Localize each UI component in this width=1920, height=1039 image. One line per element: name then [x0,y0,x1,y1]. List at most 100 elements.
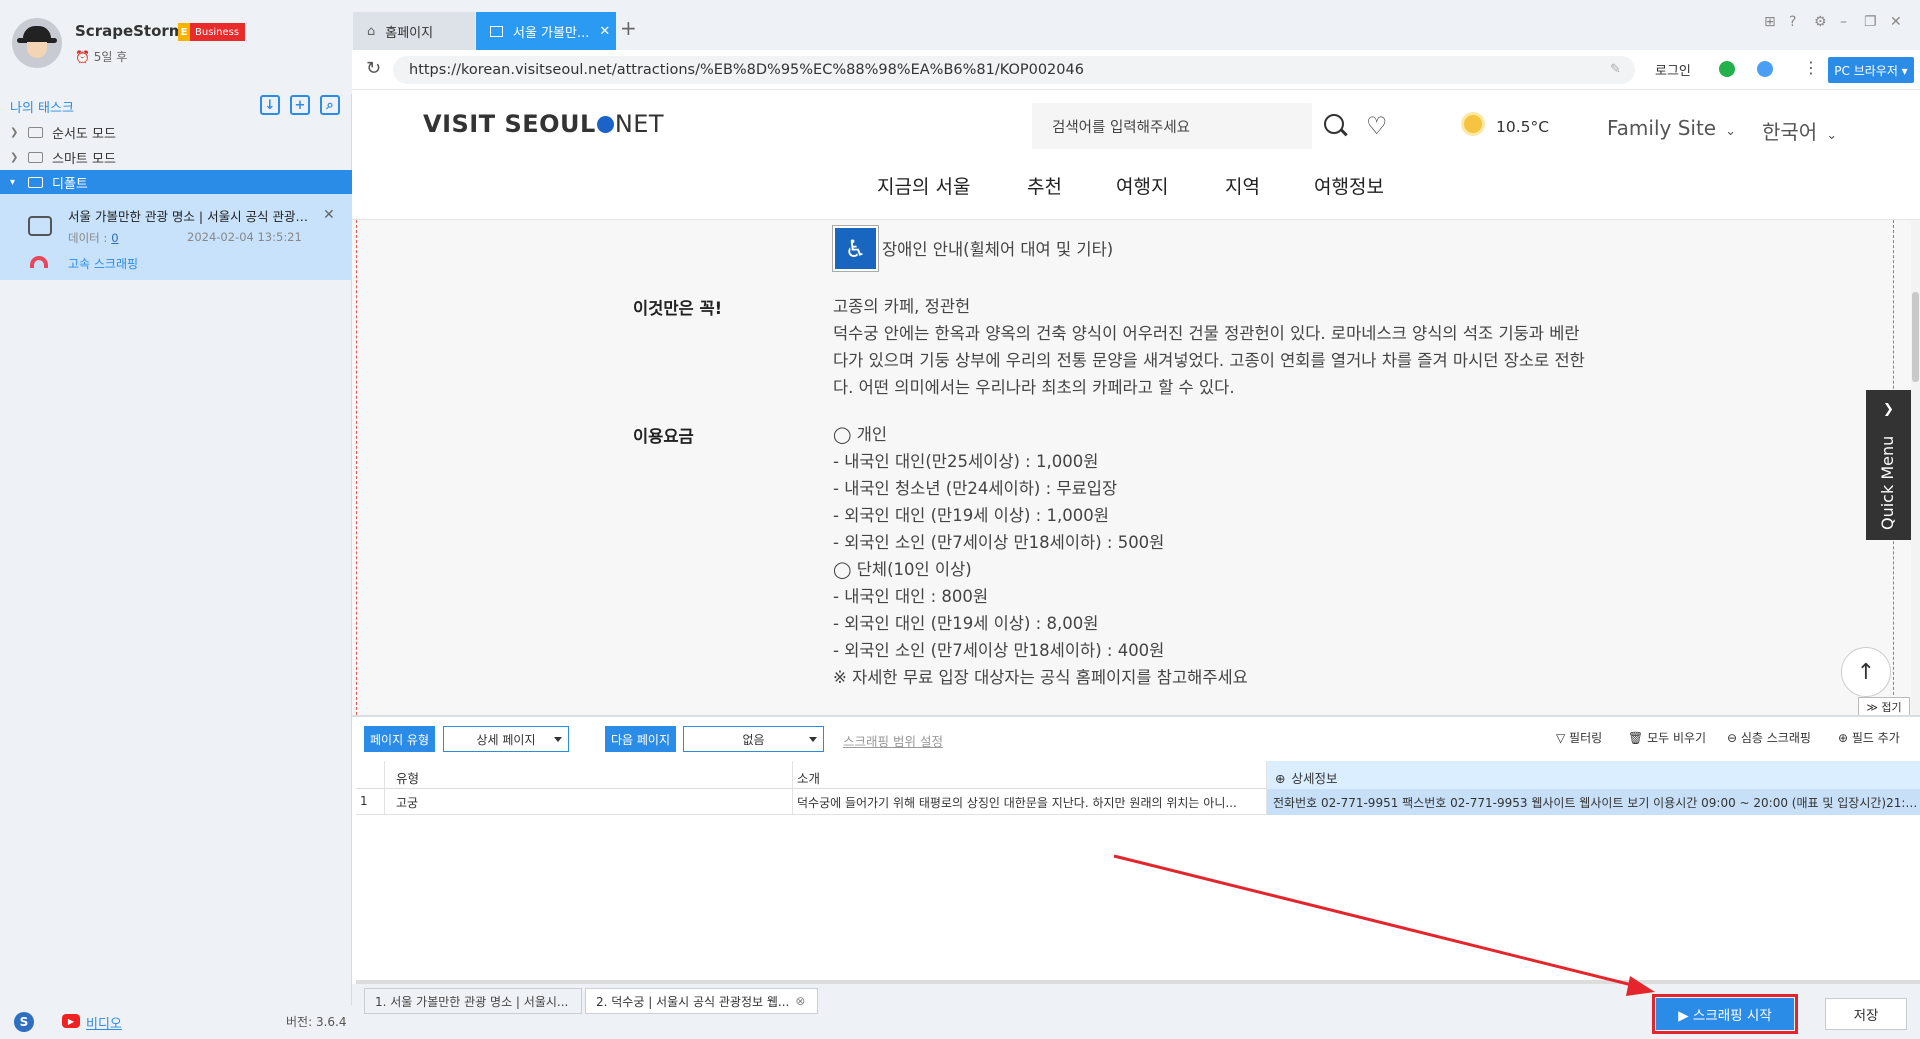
task-data-count[interactable]: 0 [111,231,118,245]
caret-down-icon [809,737,817,746]
page-tab-list[interactable]: 1. 서울 가볼만한 관광 명소 | 서울시... [364,988,582,1014]
page-type-label: 페이지 유형 [364,726,436,752]
must-see-line: 다가 있으며 기둥 상부에 우리의 전통 문양을 새겨넣었다. 고종이 연회를 … [833,351,1585,370]
search-icon[interactable] [1324,114,1344,134]
family-site-dropdown[interactable]: Family Site ⌄ [1607,116,1736,140]
scroll-top-button[interactable]: ↑ [1841,647,1891,697]
deep-scrape-button[interactable]: ⊖ 심층 스크래핑 [1727,729,1811,746]
nav-recommend[interactable]: 추천 [1027,172,1062,199]
header-intro[interactable]: 소개 [797,768,820,787]
more-icon[interactable]: ⋮ [1803,58,1819,77]
next-page-value: 없음 [742,732,765,747]
logo-dot-icon [596,116,614,133]
fee-line: - 내국인 청소년 (만24세이하) : 무료입장 [833,479,1118,498]
alarm-icon: ⏰ [75,50,94,64]
help-icon[interactable]: ? [1789,14,1796,30]
clear-all-label: 모두 비우기 [1647,731,1707,745]
close-tab-icon[interactable]: ✕ [599,24,610,39]
settings-icon[interactable]: ⚙ [1814,14,1827,30]
wheelchair-icon: ♿ [832,225,879,272]
tab-current-page[interactable]: 서울 가볼만... ✕ [476,12,616,50]
close-circle-icon[interactable]: ⊗ [795,994,805,1008]
close-window-icon[interactable]: ✕ [1890,14,1902,30]
next-page-select[interactable]: 없음 [683,726,824,752]
page-type-select[interactable]: 상세 페이지 [443,726,569,752]
language-label: 한국어 [1762,120,1818,144]
add-field-label: 필드 추가 [1851,731,1900,745]
robot-icon [28,216,52,236]
tree-item-flowchart[interactable]: ❯ 순서도 모드 [0,120,352,144]
nav-travel-info[interactable]: 여행정보 [1314,172,1384,199]
video-link[interactable]: 비디오 [86,1013,122,1032]
weather-icon [1461,112,1485,136]
close-icon[interactable]: ✕ [323,207,335,223]
task-data: 데이터 :0 [68,230,119,246]
login-link[interactable]: 로그인 [1655,60,1691,79]
link-icon: ⊖ [1727,731,1741,745]
new-task-icon[interactable]: + [290,95,310,115]
quick-menu[interactable]: ❯ Quick Menu [1866,390,1912,540]
new-tab-icon[interactable]: + [620,16,637,40]
page-tab-detail[interactable]: 2. 덕수궁 | 서울시 공식 관광정보 웹... ⊗ [585,988,818,1014]
expire-info: ⏰ 5일 후 [75,48,127,65]
version-label: 버전: 3.6.4 [286,1015,347,1029]
edit-icon[interactable]: ✎ [1610,62,1621,77]
language-dropdown[interactable]: 한국어 ⌄ [1762,116,1837,145]
youtube-icon[interactable]: ▶ [62,1014,80,1028]
detail-column-header[interactable] [1266,761,1920,789]
chevron-right-icon: ❯ [1883,402,1894,417]
extension-green-icon[interactable] [1719,61,1735,77]
family-site-label: Family Site [1607,116,1717,140]
nav-destinations[interactable]: 여행지 [1116,172,1168,199]
heart-icon[interactable]: ♡ [1366,112,1388,140]
url-input[interactable]: https://korean.visitseoul.net/attraction… [393,56,1635,84]
clear-all-button[interactable]: 🗑 모두 비우기 [1628,729,1706,746]
minimize-icon[interactable]: – [1840,14,1847,30]
annotation-arrow [1113,854,1655,996]
import-task-icon[interactable]: ↓ [260,95,280,115]
page-scrollbar-thumb[interactable] [1912,292,1919,382]
home-icon: ⌂ [367,23,376,39]
tree-item-default[interactable]: ▾ 디폴트 [0,170,352,194]
nav-region[interactable]: 지역 [1225,172,1260,199]
fee-line: ◯ 단체(10인 이상) [833,560,972,579]
chevron-down-icon: ⌄ [1826,128,1838,143]
header-type[interactable]: 유형 [396,768,419,787]
reload-icon[interactable]: ↻ [366,58,381,79]
must-see-line: 고종의 카페, 정관헌 [833,297,971,316]
chevron-right-icon: ❯ [10,126,19,138]
avatar[interactable] [12,18,62,68]
tab-home[interactable]: ⌂ 홈페이지 [353,12,475,50]
filter-button[interactable]: ▽ 필터링 [1556,729,1602,746]
add-field-button[interactable]: ⊕ 필드 추가 [1838,729,1900,746]
task-data-label: 데이터 : [68,231,108,245]
badge-label: Business [195,26,240,38]
pc-browser-dropdown[interactable]: PC 브라우저 ▾ [1828,57,1914,83]
extension-blue-icon[interactable] [1757,61,1773,77]
quick-menu-label: Quick Menu [1878,435,1897,530]
tree-item-smart[interactable]: ❯ 스마트 모드 [0,145,352,169]
skype-icon[interactable]: S [14,1012,34,1032]
save-button[interactable]: 저장 [1825,998,1907,1030]
fee-line: - 외국인 소인 (만7세이상 만18세이하) : 400원 [833,641,1165,660]
my-tasks-title: 나의 태스크 [10,101,74,116]
speedometer-icon [30,256,48,268]
start-scraping-button[interactable]: ▶ 스크래핑 시작 [1652,994,1798,1034]
nav-now-seoul[interactable]: 지금의 서울 [877,172,970,199]
chevron-down-icon: ▾ [10,176,16,188]
page-type-value: 상세 페이지 [476,732,536,747]
gift-icon[interactable]: ⊞ [1764,14,1776,30]
trash-icon: 🗑 [1628,731,1648,745]
collapse-button[interactable]: ≫ 접기 [1858,697,1910,717]
site-logo[interactable]: VISIT SEOUL NET [423,110,664,138]
fee-line: - 내국인 대인 : 800원 [833,587,989,606]
task-title[interactable]: 서울 가볼만한 관광 명소 | 서울시 공식 관광정보 웹사이트 [68,206,318,225]
site-search-input[interactable]: 검색어를 입력해주세요 [1032,103,1312,149]
folder-icon [28,126,43,138]
restore-icon[interactable]: ❐ [1864,14,1877,30]
next-page-label: 다음 페이지 [605,726,677,752]
scrape-scope-link[interactable]: 스크래핑 범위 설정 [843,731,943,750]
annotation-arrow-head [1626,976,1655,996]
search-task-icon[interactable]: ⌕ [320,95,340,115]
header-detail[interactable]: ⊕ 상세정보 [1275,768,1338,787]
